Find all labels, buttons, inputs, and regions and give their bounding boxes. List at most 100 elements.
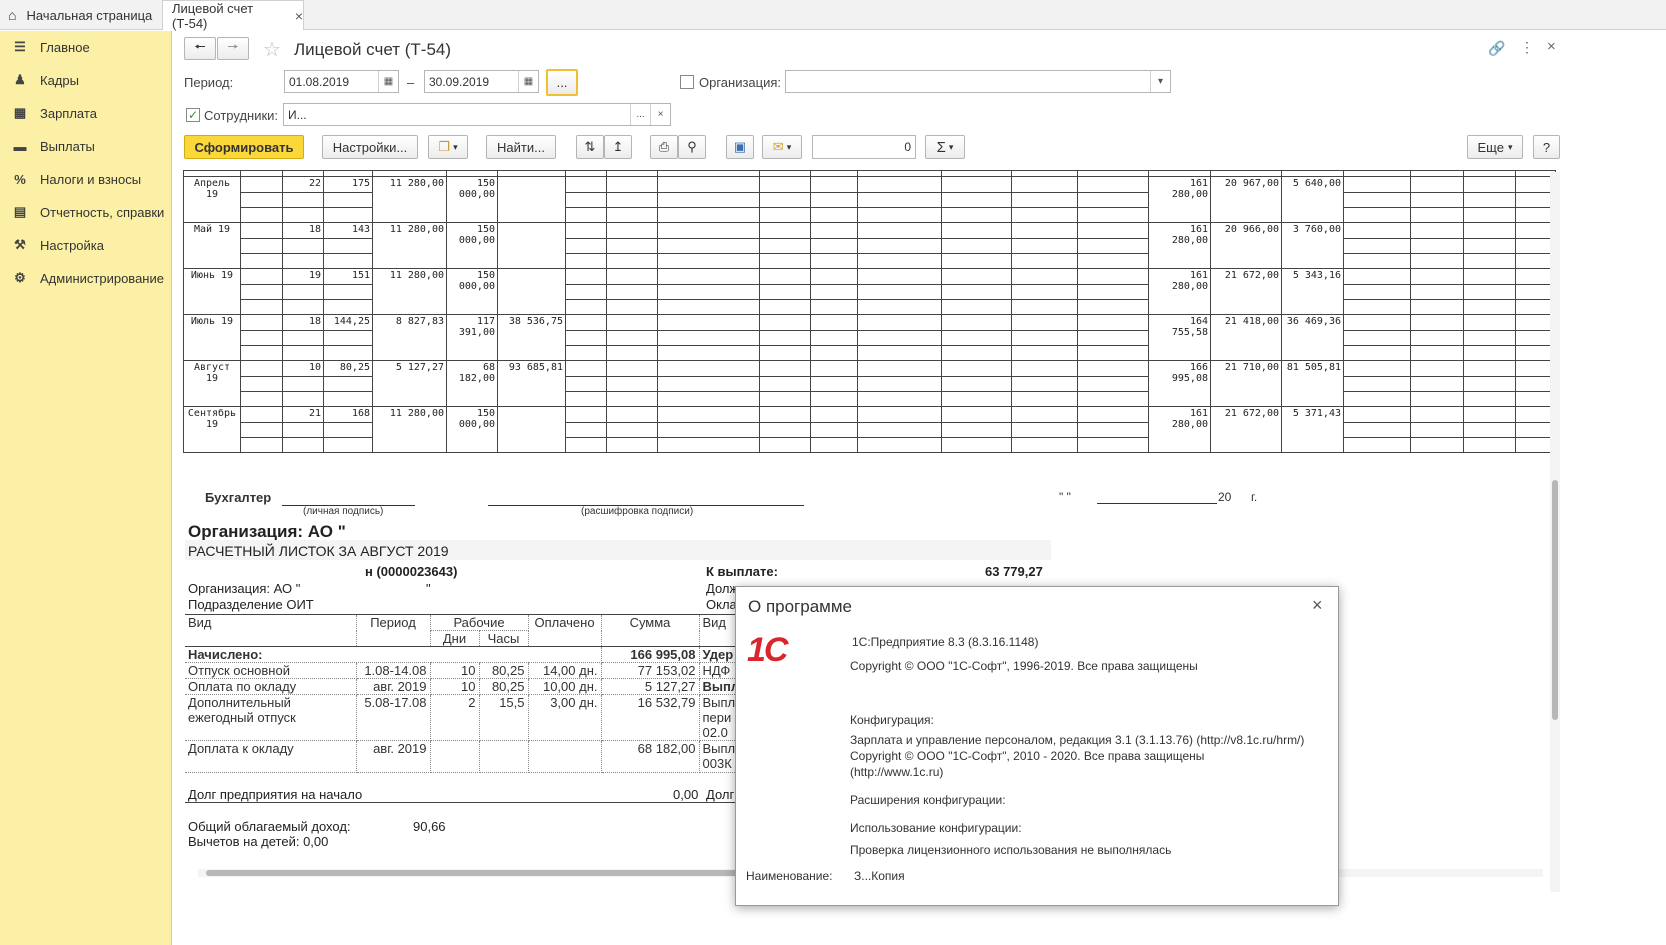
sidebar-item-payments[interactable]: ▬ Выплаты bbox=[0, 132, 172, 160]
grid-cell bbox=[810, 360, 858, 377]
close-icon[interactable]: × bbox=[295, 8, 303, 24]
generate-button[interactable]: Сформировать bbox=[184, 135, 304, 159]
grid-cell bbox=[1410, 192, 1464, 208]
grid-cell bbox=[759, 299, 811, 315]
settings-button[interactable]: Настройки... bbox=[322, 135, 418, 159]
print-button[interactable]: ⎙ bbox=[650, 135, 678, 159]
date-to-field[interactable]: 30.09.2019 ▦ bbox=[424, 70, 539, 93]
organization-label: Организация: bbox=[699, 75, 782, 90]
back-button[interactable]: 🠔 bbox=[184, 37, 216, 60]
email-button[interactable]: ✉ ▾ bbox=[762, 135, 802, 159]
sum-mode-button[interactable]: Σ ▾ bbox=[925, 135, 965, 159]
sidebar-item-taxes[interactable]: % Налоги и взносы bbox=[0, 165, 172, 193]
grid-cell bbox=[1410, 391, 1464, 407]
grid-cell bbox=[1410, 222, 1464, 239]
grid-cell bbox=[657, 314, 760, 331]
grid-cell bbox=[240, 345, 283, 361]
grid-cell bbox=[282, 192, 324, 208]
grid-cell bbox=[1343, 330, 1411, 346]
grid-cell bbox=[1077, 330, 1149, 346]
grid-cell bbox=[810, 238, 858, 254]
employees-checkbox[interactable]: ✓ bbox=[186, 108, 200, 122]
sidebar-item-admin[interactable]: ⚙ Администрирование bbox=[0, 264, 172, 292]
find-button[interactable]: Найти... bbox=[486, 135, 556, 159]
save-button[interactable]: ▣ bbox=[726, 135, 754, 159]
value-cell: 11 280,00 bbox=[372, 268, 447, 315]
name-value: З...Копия bbox=[854, 869, 905, 883]
grid-cell bbox=[657, 299, 760, 315]
grid-cell bbox=[759, 345, 811, 361]
grid-cell bbox=[657, 437, 760, 453]
grid-cell bbox=[240, 192, 283, 208]
month-cell: Апрель 19 bbox=[183, 176, 241, 223]
more-button[interactable]: Еще ▾ bbox=[1467, 135, 1523, 159]
preview-button[interactable]: ⚲ bbox=[678, 135, 706, 159]
organization-checkbox[interactable] bbox=[680, 75, 694, 89]
sidebar-item-reports[interactable]: ▤ Отчетность, справки bbox=[0, 198, 172, 226]
select-icon[interactable]: ... bbox=[630, 104, 650, 125]
date-from-field[interactable]: 01.08.2019 ▦ bbox=[284, 70, 399, 93]
value-cell bbox=[497, 176, 566, 223]
variant-button[interactable]: ❐ ▾ bbox=[428, 135, 468, 159]
grid-cell bbox=[565, 437, 607, 453]
value-cell: 20 967,00 bbox=[1210, 176, 1282, 223]
grid-cell bbox=[941, 207, 1012, 223]
employees-field[interactable]: И... ... × bbox=[283, 103, 671, 126]
calculator-icon: ▦ bbox=[13, 105, 27, 120]
vertical-scrollbar[interactable] bbox=[1550, 172, 1560, 892]
cell-sum-field[interactable]: 0 bbox=[812, 135, 916, 159]
sidebar-item-salary[interactable]: ▦ Зарплата bbox=[0, 99, 172, 127]
sidebar-item-settings[interactable]: ⚒ Настройка bbox=[0, 231, 172, 259]
sidebar-item-label: Администрирование bbox=[40, 270, 164, 286]
more-vert-icon[interactable]: ⋮ bbox=[1520, 39, 1534, 56]
close-icon[interactable]: × bbox=[1312, 595, 1323, 616]
line-kind-part: Дополнительный bbox=[188, 695, 291, 710]
close-form-icon[interactable]: × bbox=[1547, 38, 1556, 55]
table-row: Июль 19 18 144,25 8 827,83 117 391,00 38 536,… bbox=[183, 314, 1556, 361]
calendar-icon[interactable]: ▦ bbox=[518, 71, 538, 92]
collapse-button[interactable]: ↥ bbox=[604, 135, 632, 159]
grid-cell bbox=[1077, 422, 1149, 438]
percent-icon: % bbox=[14, 171, 26, 187]
grid-cell bbox=[323, 376, 373, 392]
grid-cell bbox=[941, 253, 1012, 269]
grid-cell bbox=[1343, 238, 1411, 254]
forward-button[interactable]: 🠖 bbox=[217, 37, 249, 60]
clear-icon[interactable]: × bbox=[650, 104, 670, 125]
grid-cell bbox=[657, 345, 760, 361]
line-right-part: пери bbox=[702, 710, 732, 725]
grid-cell bbox=[1343, 284, 1411, 300]
grid-cell bbox=[240, 314, 283, 331]
sidebar-item-main[interactable]: ☰ Главное bbox=[0, 33, 172, 61]
payslip-table: Вид Период Рабочие Оплачено Сумма Вид Дн… bbox=[185, 614, 744, 773]
help-button[interactable]: ? bbox=[1533, 135, 1560, 159]
collapse-icon: ↥ bbox=[612, 139, 624, 154]
line-period: 5.08-17.08 bbox=[356, 694, 431, 741]
grid-cell bbox=[857, 192, 942, 208]
sidebar-item-hr[interactable]: ♟ Кадры bbox=[0, 66, 172, 94]
grid-cell bbox=[1011, 330, 1078, 346]
grid-cell bbox=[323, 238, 373, 254]
config-info-box[interactable]: Зарплата и управление персоналом, редакц… bbox=[848, 729, 1318, 811]
grid-cell bbox=[323, 437, 373, 453]
grid-cell bbox=[565, 422, 607, 438]
tab-account-card[interactable]: Лицевой счет (Т-54) × bbox=[162, 0, 304, 31]
link-icon[interactable]: 🔗 bbox=[1488, 40, 1505, 57]
period-select-button[interactable]: ... bbox=[546, 69, 578, 96]
calendar-icon[interactable]: ▦ bbox=[378, 71, 398, 92]
grid-cell bbox=[282, 207, 324, 223]
organization-field[interactable]: ▾ bbox=[785, 70, 1171, 93]
line-days bbox=[430, 740, 480, 773]
vertical-scrollbar-thumb[interactable] bbox=[1552, 480, 1558, 720]
header-paid: Оплачено bbox=[528, 614, 602, 647]
grid-cell bbox=[1343, 314, 1411, 331]
chevron-down-icon[interactable]: ▾ bbox=[1150, 71, 1170, 92]
grid-cell bbox=[657, 268, 760, 285]
expand-button[interactable]: ⇅ bbox=[576, 135, 604, 159]
star-icon[interactable]: ☆ bbox=[263, 37, 281, 62]
employees-value: И... bbox=[288, 107, 307, 122]
tab-home[interactable]: ⌂ Начальная страница bbox=[0, 0, 162, 30]
value-cell: 22 bbox=[282, 176, 324, 193]
grid-cell bbox=[565, 376, 607, 392]
grid-cell bbox=[1463, 238, 1516, 254]
